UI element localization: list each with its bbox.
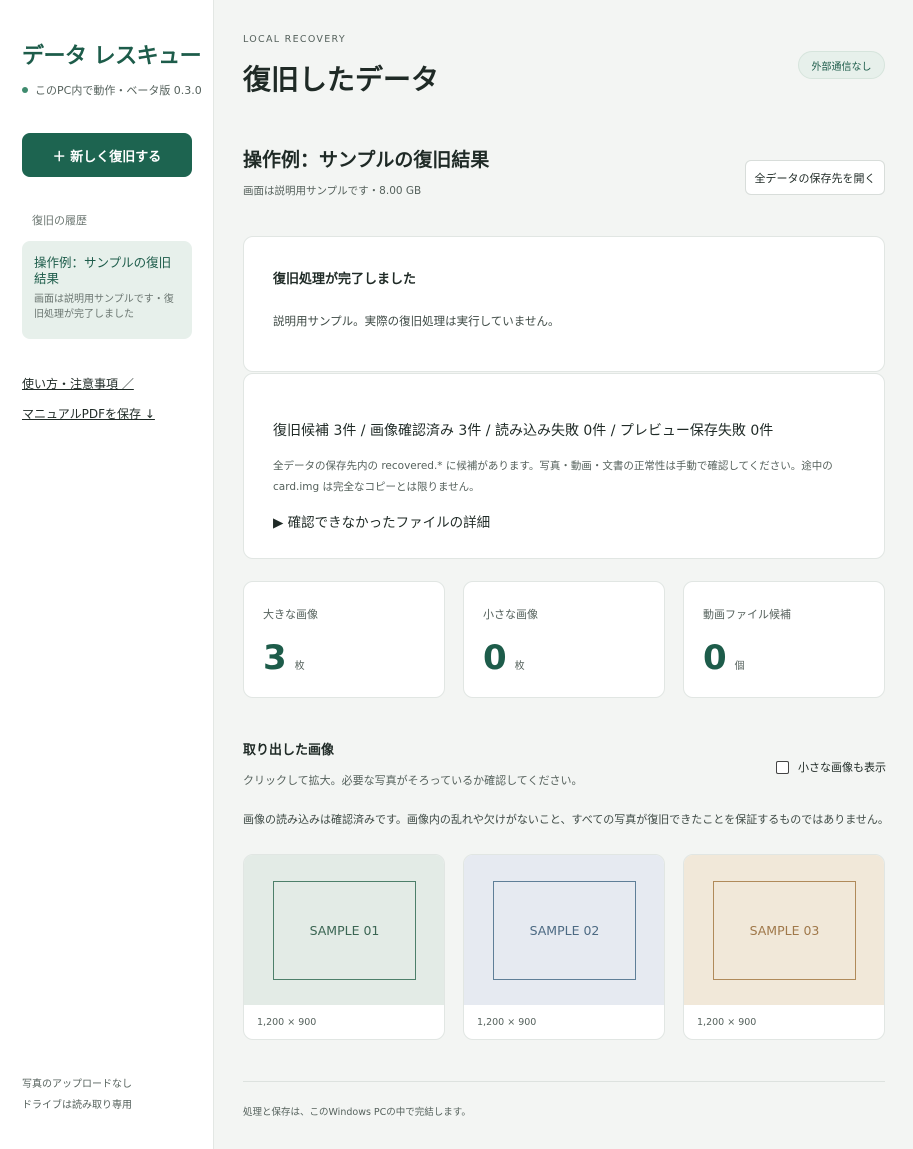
status-card: 復旧処理が完了しました 説明用サンプル。実際の復旧処理は実行していません。	[243, 236, 885, 372]
history-label: 復旧の履歴	[32, 214, 87, 227]
summary-desc: 全データの保存先内の recovered.* に候補があります。写真・動画・文書…	[273, 460, 833, 493]
images-subtitle: クリックして拡大。必要な写真がそろっているか確認してください。	[243, 774, 583, 787]
app-status-text: このPC内で動作・ベータ版 0.3.0	[35, 84, 202, 97]
image-thumbnail[interactable]: SAMPLE 02 1,200 × 900	[463, 854, 665, 1040]
sidebar: データ レスキュー このPC内で動作・ベータ版 0.3.0 ＋ 新しく復旧する …	[0, 0, 214, 1149]
stat-label: 小さな画像	[483, 608, 538, 621]
page-title: 復旧したデータ	[243, 63, 440, 96]
failed-files-details-toggle[interactable]: ▶ 確認できなかったファイルの詳細	[273, 511, 490, 531]
status-badge: 外部通信なし	[798, 51, 885, 79]
status-card-desc: 説明用サンプル。実際の復旧処理は実行していません。	[273, 314, 560, 328]
images-title: 取り出した画像	[243, 743, 335, 758]
thumbnail-preview: SAMPLE 02	[464, 855, 664, 1005]
stat-unit: 枚	[514, 661, 525, 672]
usage-notes-link[interactable]: 使い方・注意事項 ／	[22, 375, 134, 392]
history-item-desc: 画面は説明用サンプルです・復旧処理が完了しました	[34, 294, 174, 320]
read-only-note: ドライブは読み取り専用	[22, 1100, 132, 1111]
history-item[interactable]: 操作例：サンプルの復旧結果 画面は説明用サンプルです・復旧処理が完了しました	[22, 241, 192, 339]
thumbnail-label: SAMPLE 02	[493, 881, 636, 980]
status-card-title: 復旧処理が完了しました	[273, 272, 417, 287]
stat-value: 3枚	[263, 638, 305, 678]
open-save-location-button[interactable]: 全データの保存先を開く	[745, 160, 885, 195]
thumbnail-preview: SAMPLE 03	[684, 855, 884, 1005]
image-dimensions: 1,200 × 900	[257, 1017, 317, 1028]
new-recovery-button[interactable]: ＋ 新しく復旧する	[22, 133, 192, 177]
footer-note: 処理と保存は、このWindows PCの中で完結します。	[243, 1107, 471, 1118]
stat-card-small-images: 小さな画像 0枚	[463, 581, 665, 698]
stat-card-large-images: 大きな画像 3枚	[243, 581, 445, 698]
result-subtitle: 画面は説明用サンプルです・8.00 GB	[243, 185, 422, 197]
status-dot-icon	[22, 87, 28, 93]
stat-value: 0個	[703, 638, 745, 678]
summary-card: 復旧候補 3件 / 画像確認済み 3件 / 読み込み失敗 0件 / プレビュー保…	[243, 373, 885, 559]
stat-card-video-candidates: 動画ファイル候補 0個	[683, 581, 885, 698]
image-dimensions: 1,200 × 900	[697, 1017, 757, 1028]
app-title: データ レスキュー	[22, 44, 202, 69]
image-thumbnail[interactable]: SAMPLE 01 1,200 × 900	[243, 854, 445, 1040]
thumbnail-label: SAMPLE 01	[273, 881, 416, 980]
history-item-title: 操作例：サンプルの復旧結果	[34, 255, 172, 286]
image-thumbnail[interactable]: SAMPLE 03 1,200 × 900	[683, 854, 885, 1040]
stat-unit: 個	[734, 661, 745, 672]
summary-title: 復旧候補 3件 / 画像確認済み 3件 / 読み込み失敗 0件 / プレビュー保…	[273, 423, 774, 439]
no-upload-note: 写真のアップロードなし	[22, 1079, 132, 1090]
thumbnail-label: SAMPLE 03	[713, 881, 856, 980]
checkbox[interactable]	[776, 760, 789, 774]
result-title: 操作例：サンプルの復旧結果	[243, 149, 490, 171]
stat-unit: 枚	[294, 661, 305, 672]
save-manual-pdf-link[interactable]: マニュアルPDFを保存 ↓	[22, 405, 155, 422]
thumbnail-preview: SAMPLE 01	[244, 855, 444, 1005]
stat-value: 0枚	[483, 638, 525, 678]
stat-number: 3	[263, 638, 287, 678]
app-status: このPC内で動作・ベータ版 0.3.0	[22, 82, 202, 98]
show-small-images-label: 小さな画像も表示	[798, 761, 886, 774]
images-note: 画像の読み込みは確認済みです。画像内の乱れや欠けがないこと、すべての写真が復旧で…	[243, 813, 889, 826]
footer-divider	[243, 1081, 885, 1082]
image-dimensions: 1,200 × 900	[477, 1017, 537, 1028]
stat-number: 0	[703, 638, 727, 678]
eyebrow: LOCAL RECOVERY	[243, 34, 346, 45]
stat-number: 0	[483, 638, 507, 678]
stat-label: 大きな画像	[263, 608, 318, 621]
stat-label: 動画ファイル候補	[703, 608, 791, 621]
show-small-images-toggle[interactable]: 小さな画像も表示	[776, 759, 886, 775]
